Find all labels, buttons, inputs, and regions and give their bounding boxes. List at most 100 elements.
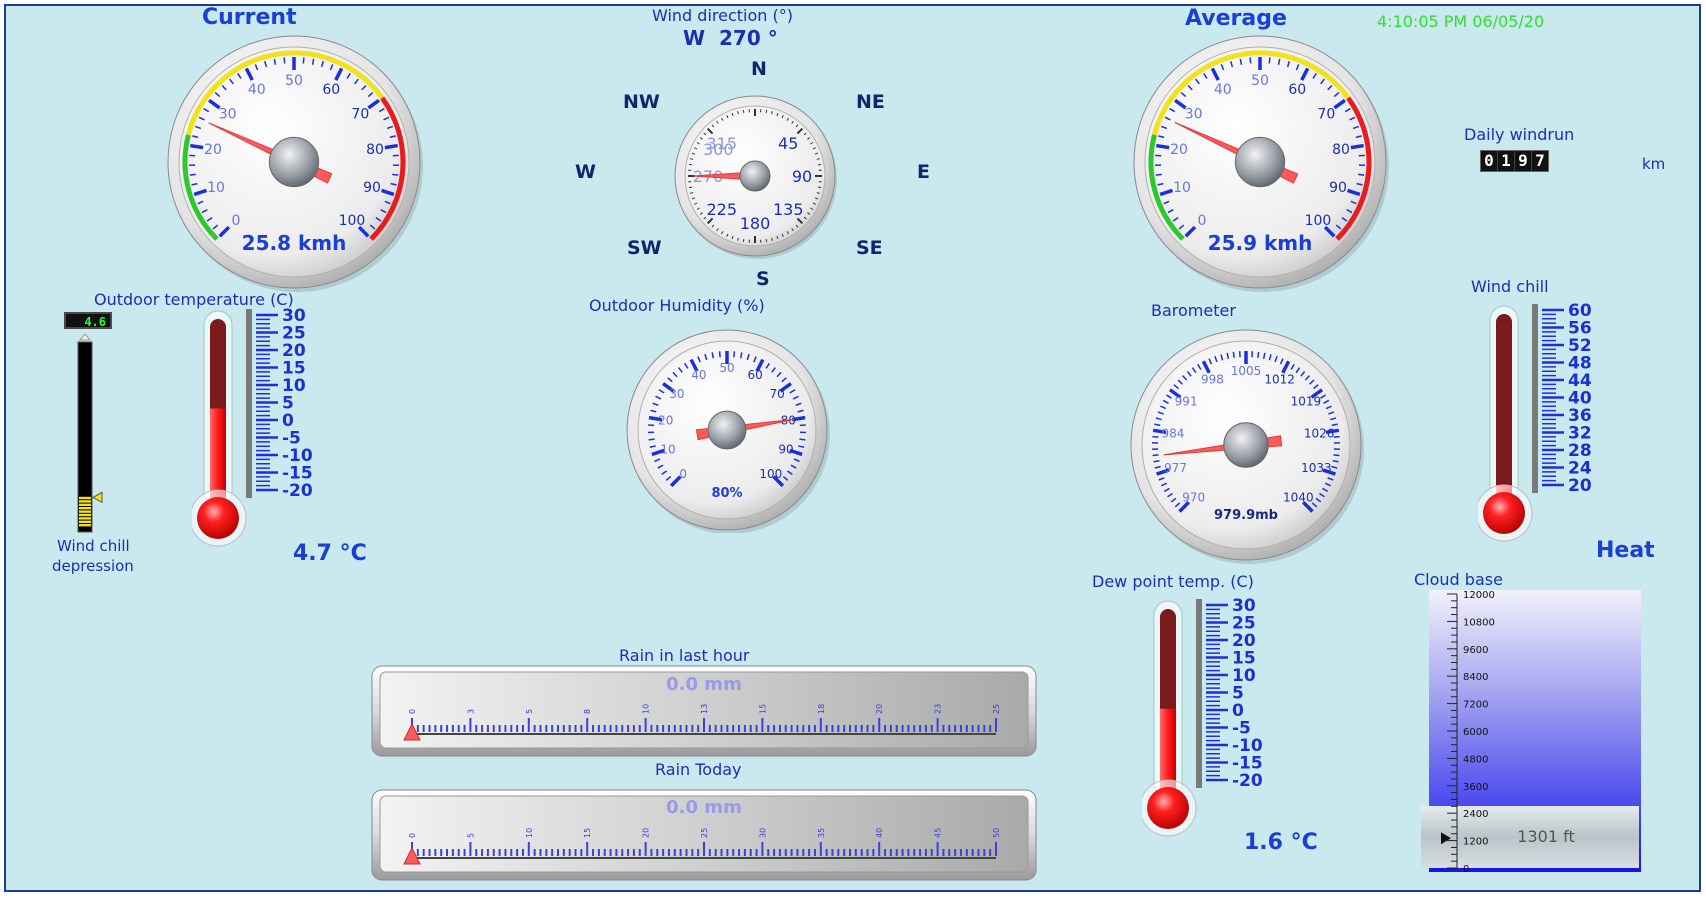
- gauge-tick-label: 100: [1305, 213, 1332, 229]
- gauge-tick-label: 991: [1175, 395, 1198, 409]
- dial-label: 300: [703, 140, 734, 159]
- rain-tick-label: 25: [992, 704, 1001, 714]
- rain-hour-readout: 0.0 mm: [666, 674, 742, 695]
- wind-chill-depression-label-1: Wind chill: [57, 537, 130, 555]
- wind-chill-depression-label-2: depression: [52, 557, 134, 575]
- dial-label: 225: [706, 200, 737, 219]
- gauge-major-tick: [384, 143, 398, 150]
- cloud-tick-label: 12000: [1463, 590, 1495, 601]
- cloud-tick-label: 0: [1463, 864, 1469, 875]
- gauge-minor-tick: [648, 438, 655, 441]
- wcd-level-segment: [79, 524, 91, 527]
- windrun-digit: 7: [1535, 151, 1545, 170]
- gauge-tick-label: 1012: [1264, 372, 1295, 386]
- wind-direction-readout: W 270 °: [683, 26, 778, 50]
- gauge-tick-label: 998: [1201, 372, 1224, 386]
- cloud-tick-label: 3600: [1463, 782, 1488, 793]
- heat-label: Heat: [1596, 538, 1655, 563]
- gauge-tick-label: 20: [1170, 142, 1188, 158]
- gauge-major-tick: [190, 143, 204, 150]
- rain-today-readout: 0.0 mm: [666, 797, 742, 818]
- rain-today-gauge: 0 5 10 15 20 25 30 35 40 45 50 0.0 mm: [371, 789, 1037, 881]
- wind-chill-depression-bar: [77, 334, 103, 533]
- windrun-digit: 1: [1498, 151, 1515, 171]
- rain-tick-label: 50: [992, 828, 1001, 838]
- cloud-tick-label: 10800: [1463, 617, 1495, 628]
- dial-label: 180: [740, 214, 771, 233]
- gauge-tick-label: 1005: [1231, 364, 1262, 378]
- cloud-base-gauge: 1200010800960084007200600048003600240012…: [1421, 590, 1641, 875]
- compass-ne: NE: [856, 91, 885, 113]
- gauge-tick-label: 70: [770, 387, 785, 401]
- gauge-minor-tick: [799, 438, 806, 441]
- rain-today-label: Rain Today: [655, 760, 742, 779]
- rain-tick-label: 15: [583, 828, 592, 838]
- gauge-minor-tick: [1152, 435, 1159, 438]
- gauge-tick-label: 30: [219, 107, 237, 123]
- thermo-scale-bar: [246, 309, 252, 498]
- thermo-scale-label: -20: [1232, 771, 1263, 791]
- wcd-level-segment: [79, 510, 91, 513]
- rain-tick-label: 15: [758, 704, 767, 714]
- thermo-bulb: [197, 497, 239, 539]
- wcd-level-segment: [79, 507, 91, 510]
- gauge-tick-label: 30: [669, 387, 684, 401]
- gauge-tick-label: 984: [1161, 427, 1184, 441]
- gauge-minor-tick: [1153, 459, 1160, 463]
- gauge-tick-label: 90: [778, 442, 793, 456]
- gauge-tick-label: 1019: [1291, 395, 1322, 409]
- dew-point-thermometer: 302520151050-5-10-15-20: [1142, 596, 1263, 837]
- gauge-tick-label: 30: [1185, 107, 1203, 123]
- thermo-tube: [1496, 314, 1512, 499]
- gauge-minor-tick: [283, 57, 286, 64]
- dial-tick: [817, 186, 822, 189]
- cloud-base-readout: 1301 ft: [1517, 827, 1574, 846]
- rain-tick-label: 0: [408, 833, 417, 838]
- rain-tick-label: 45: [934, 828, 943, 838]
- gauge-hub: [707, 410, 747, 450]
- gauge-hub: [1223, 422, 1269, 468]
- gauge-tick-label: 90: [1329, 180, 1347, 196]
- dial-tick: [742, 109, 745, 114]
- gauge-tick-label: 60: [322, 82, 340, 98]
- rain-tick-label: 3: [466, 709, 475, 714]
- timestamp: 4:10:05 PM 06/05/20: [1377, 12, 1545, 31]
- average-title: Average: [1185, 6, 1287, 31]
- compass-sw: SW: [627, 237, 662, 259]
- wcd-level-segment: [79, 517, 91, 520]
- dial-tick: [817, 163, 822, 166]
- humidity-gauge: 010203040 50 60708090100 80%: [626, 329, 830, 533]
- dial-label: 45: [778, 134, 798, 153]
- gauge-tick-label: 0: [679, 467, 687, 481]
- humidity-readout: 80%: [711, 486, 742, 501]
- gauge-tick-label: 40: [691, 368, 706, 382]
- gauge-minor-tick: [1232, 351, 1235, 358]
- rain-hour-label: Rain in last hour: [619, 646, 750, 665]
- gauge-hub: [268, 136, 320, 188]
- gauge-tick-label: 20: [658, 414, 673, 428]
- wind-direction-dial: 4590135180225270315300: [674, 95, 837, 259]
- gauge-tick-label: 70: [1317, 107, 1335, 123]
- gauge-minor-tick: [1268, 57, 1271, 64]
- outdoor-temp-readout: 4.7 °C: [293, 541, 367, 566]
- compass-se: SE: [856, 237, 883, 259]
- rain-tick-label: 10: [642, 704, 651, 714]
- windrun-digit: 0: [1481, 151, 1498, 171]
- gauge-tick-label: 60: [748, 368, 763, 382]
- gauge-tick-label: 70: [351, 107, 369, 123]
- gauge-minor-tick: [1333, 435, 1340, 438]
- rain-tick-label: 10: [525, 828, 534, 838]
- gauge-tick-label: 50: [1251, 73, 1269, 89]
- barometer-gauge: 970977984991998100510121019102610331040 …: [1130, 329, 1364, 564]
- wind-direction-label: Wind direction (°): [652, 6, 793, 25]
- wcd-level-segment: [79, 503, 91, 506]
- gauge-tick-label: 10: [660, 442, 675, 456]
- gauge-tick-label: 20: [204, 142, 222, 158]
- gauge-minor-tick: [302, 57, 305, 64]
- rain-tick-label: 23: [934, 704, 943, 714]
- gauge-tick-label: 0: [232, 213, 241, 229]
- gauge-tick-label: 0: [1198, 213, 1207, 229]
- gauge-minor-tick: [1257, 351, 1260, 358]
- barometer-readout: 979.9mb: [1214, 508, 1278, 523]
- dial-label: 135: [773, 200, 804, 219]
